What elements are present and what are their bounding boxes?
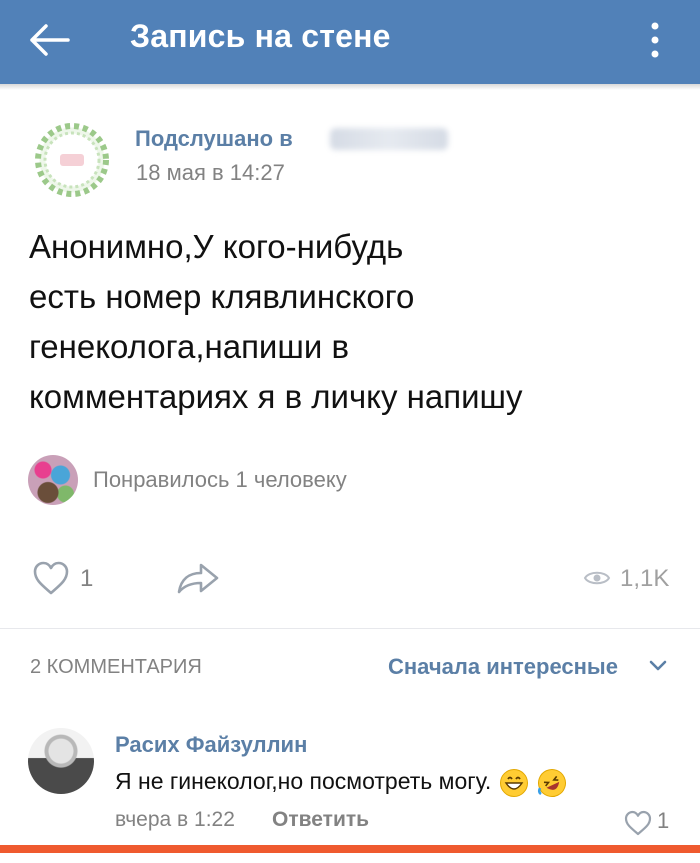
page-title: Запись на стене — [130, 18, 391, 54]
views-count: 1,1K — [620, 565, 670, 592]
post-text-line: Анонимно,У кого-нибудь — [29, 228, 404, 265]
post-text-line: есть номер клявлинского — [29, 278, 415, 315]
commenter-avatar[interactable] — [28, 728, 94, 794]
grinning-face-emoji-icon — [500, 769, 529, 797]
arrow-left-icon[interactable] — [28, 20, 72, 60]
header-shadow — [0, 84, 700, 90]
post-text-line: комментариях я в личку напишу — [29, 378, 523, 415]
top-app-bar: Запись на стене — [0, 0, 700, 84]
bottom-accent-bar — [0, 845, 700, 853]
post-text: Анонимно,У кого-нибудь есть номер клявли… — [29, 222, 669, 422]
group-avatar[interactable] — [30, 118, 114, 202]
comment-text: Я не гинеколог,но посмотреть могу. — [115, 768, 567, 798]
liked-by-text[interactable]: Понравилось 1 человеку — [93, 467, 347, 493]
post-text-line: генеколога,напиши в — [29, 328, 349, 365]
heart-icon[interactable] — [32, 560, 70, 596]
group-name[interactable]: Подслушано в — [135, 126, 293, 152]
liker-avatar[interactable] — [28, 455, 78, 505]
section-divider — [0, 628, 700, 629]
comment-text-body: Я не гинеколог,но посмотреть могу. — [115, 768, 492, 795]
rolling-laughing-emoji-icon — [538, 769, 567, 797]
share-icon[interactable] — [175, 560, 221, 596]
sort-dropdown[interactable]: Сначала интересные — [388, 654, 618, 680]
comment-author[interactable]: Расих Файзуллин — [115, 732, 307, 758]
comment-time: вчера в 1:22 — [115, 808, 235, 831]
reply-button[interactable]: Ответить — [272, 808, 369, 832]
wreath-logo-icon — [35, 123, 109, 197]
dots-vertical-icon[interactable] — [640, 18, 670, 62]
like-count: 1 — [80, 565, 94, 592]
chevron-down-icon[interactable] — [648, 658, 668, 674]
comment-like-count: 1 — [657, 808, 670, 833]
post-date: 18 мая в 14:27 — [136, 160, 285, 185]
blurred-group-name — [330, 128, 448, 150]
eye-icon — [583, 571, 611, 585]
comments-count: 2 КОММЕНТАРИЯ — [30, 656, 202, 678]
heart-icon[interactable] — [624, 810, 652, 836]
